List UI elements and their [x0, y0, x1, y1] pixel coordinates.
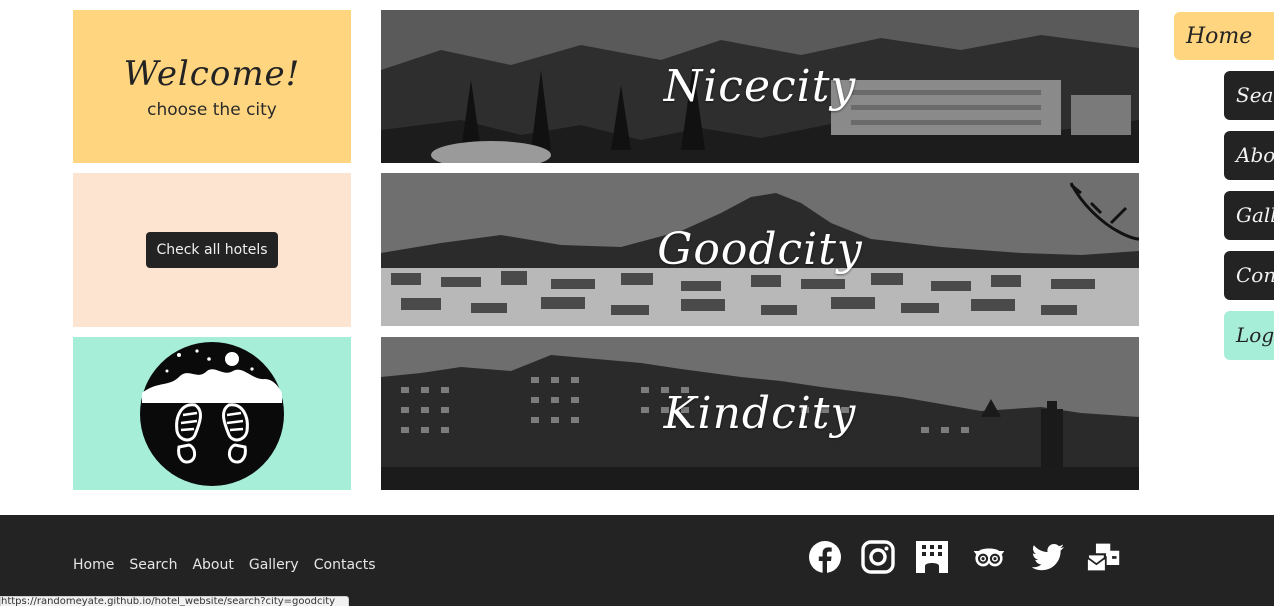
city-name: Goodcity [657, 224, 863, 275]
city-banner-kindcity[interactable]: Kindcity [381, 337, 1139, 490]
footer: Home Search About Gallery Contacts [0, 515, 1274, 606]
facebook-icon[interactable] [808, 540, 842, 574]
nav-about-button[interactable]: About [1224, 131, 1274, 180]
welcome-title: Welcome! [123, 53, 301, 94]
footprints-in-snow-icon [140, 341, 284, 486]
city-name: Nicecity [663, 61, 857, 112]
tripadvisor-icon[interactable] [972, 540, 1006, 574]
nav-contacts-button[interactable]: Contacts [1224, 251, 1274, 300]
nav-search-button[interactable]: Search [1224, 71, 1274, 120]
footer-link-search[interactable]: Search [129, 557, 177, 573]
welcome-subtitle: choose the city [147, 99, 277, 120]
twitter-icon[interactable] [1031, 540, 1065, 574]
welcome-card: Welcome! choose the city [73, 10, 351, 163]
mail-icon[interactable] [1087, 540, 1121, 574]
footer-link-gallery[interactable]: Gallery [249, 557, 299, 573]
hotels-card: Check all hotels [73, 173, 351, 327]
city-name: Kindcity [663, 388, 857, 439]
city-banner-nicecity[interactable]: Nicecity [381, 10, 1139, 163]
status-url-tooltip: https://randomeyate.github.io/hotel_webs… [0, 596, 349, 606]
footer-link-home[interactable]: Home [73, 557, 114, 573]
footer-link-about[interactable]: About [192, 557, 233, 573]
nav-gallery-button[interactable]: Gallery [1224, 191, 1274, 240]
nav-login-button[interactable]: Login [1224, 311, 1274, 360]
nav-home-button[interactable]: Home [1174, 12, 1274, 60]
check-all-hotels-button[interactable]: Check all hotels [146, 232, 278, 268]
city-banner-goodcity[interactable]: Goodcity [381, 173, 1139, 326]
instagram-icon[interactable] [861, 540, 895, 574]
logo-card [73, 337, 351, 490]
footer-links: Home Search About Gallery Contacts [73, 557, 376, 573]
footer-link-contacts[interactable]: Contacts [314, 557, 376, 573]
hotel-icon[interactable] [915, 540, 949, 574]
